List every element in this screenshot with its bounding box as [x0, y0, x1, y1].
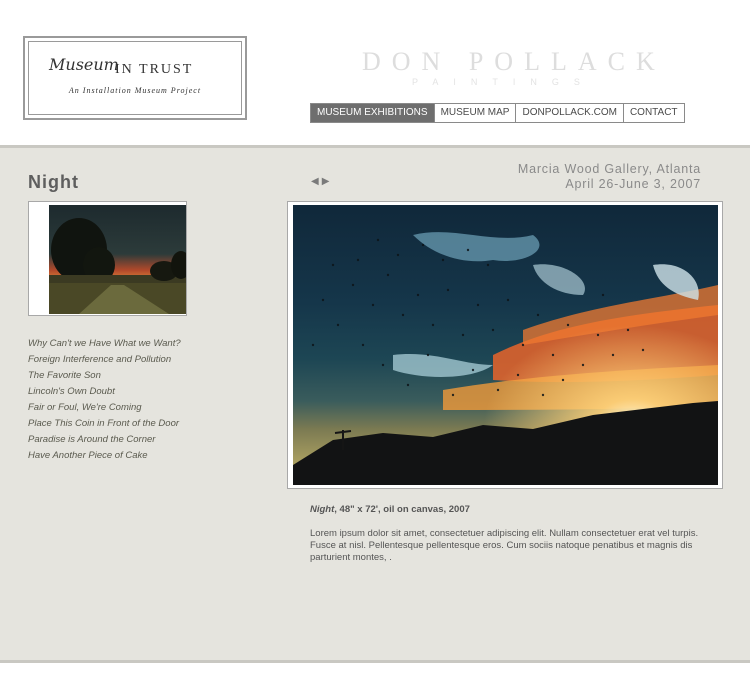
logo-inner-border: Museum IN TRUST An Installation Museum P…	[28, 41, 242, 115]
list-item[interactable]: Foreign Interference and Pollution	[28, 352, 181, 368]
list-item[interactable]: Place This Coin in Front of the Door	[28, 416, 181, 432]
list-item[interactable]: Have Another Piece of Cake	[28, 448, 181, 464]
list-item[interactable]: The Favorite Son	[28, 368, 181, 384]
page-title: Night	[28, 172, 79, 192]
thumbnail-image	[49, 205, 186, 314]
list-item[interactable]: Lincoln's Own Doubt	[28, 384, 181, 400]
content-area: Night Why Can't we Have What we Want? Fo…	[0, 145, 750, 660]
brand-subtitle: PAINTINGS	[412, 77, 595, 87]
next-arrow-icon[interactable]: ▶	[322, 176, 330, 187]
museum-in-trust-logo[interactable]: Museum IN TRUST An Installation Museum P…	[23, 36, 247, 120]
venue-name: Marcia Wood Gallery, Atlanta	[517, 162, 701, 176]
painting-description: Lorem ipsum dolor sit amet, consectetuer…	[310, 528, 699, 563]
painting-caption: Night, 48" x 72', oil on canvas, 2007	[310, 504, 470, 515]
logo-words: IN TRUST	[115, 62, 194, 77]
nav-donpollack-com[interactable]: DONPOLLACK.COM	[515, 104, 623, 122]
caption-details: , 48" x 72', oil on canvas, 2007	[334, 504, 470, 515]
main-painting-frame	[287, 201, 723, 489]
bottom-divider	[0, 660, 750, 663]
logo-subtitle: An Installation Museum Project	[68, 86, 202, 95]
caption-title: Night	[310, 504, 335, 515]
painting-thumbnail[interactable]	[28, 201, 187, 316]
painting-list: Why Can't we Have What we Want? Foreign …	[28, 336, 181, 464]
nav-museum-map[interactable]: MUSEUM MAP	[433, 104, 516, 122]
list-item[interactable]: Paradise is Around the Corner	[28, 432, 181, 448]
logo-script-text: Museum	[49, 55, 119, 74]
list-item[interactable]: Why Can't we Have What we Want?	[28, 336, 181, 352]
list-item[interactable]: Fair or Foul, We're Coming	[28, 400, 181, 416]
venue-dates: April 26-June 3, 2007	[565, 177, 701, 191]
nav-contact[interactable]: CONTACT	[622, 104, 684, 122]
header: Museum IN TRUST An Installation Museum P…	[0, 0, 750, 145]
venue-info: Marcia Wood Gallery, Atlanta April 26-Ju…	[518, 162, 701, 192]
prev-arrow-icon[interactable]: ◀	[311, 176, 319, 187]
main-nav: MUSEUM EXHIBITIONS MUSEUM MAP DONPOLLACK…	[310, 103, 685, 123]
nav-museum-exhibitions[interactable]: MUSEUM EXHIBITIONS	[311, 104, 434, 122]
painting-pager: ◀ ▶	[311, 176, 329, 187]
main-painting-image	[293, 205, 718, 485]
brand-title: DON POLLACK	[362, 47, 666, 76]
